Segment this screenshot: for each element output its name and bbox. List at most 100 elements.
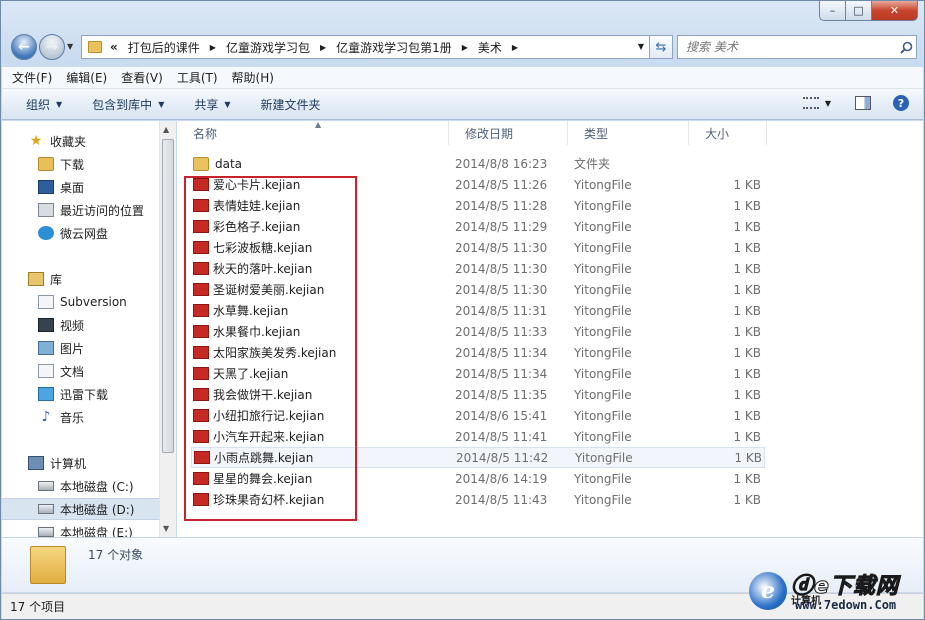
nav-label: 本地磁盘 (E:) bbox=[60, 525, 133, 538]
menu-tools[interactable]: 工具(T) bbox=[177, 69, 218, 86]
breadcrumb-item[interactable]: 亿童游戏学习包第1册 ▶ bbox=[336, 39, 468, 56]
file-size: 1 KB bbox=[733, 303, 761, 318]
column-type[interactable]: 类型 bbox=[568, 121, 689, 145]
chevron-right-icon[interactable]: ▶ bbox=[210, 43, 216, 52]
file-name: data bbox=[215, 156, 243, 171]
chevron-down-icon: ▼ bbox=[224, 99, 231, 109]
nav-label: 库 bbox=[50, 272, 63, 287]
chevron-down-icon: ▼ bbox=[158, 99, 165, 109]
menu-bar: 文件(F) 编辑(E) 查看(V) 工具(T) 帮助(H) bbox=[2, 67, 923, 89]
download-icon bbox=[38, 387, 54, 401]
file-size: 1 KB bbox=[733, 387, 761, 402]
watermark: e ⓓe下载网 计算机 www.7edown.Com bbox=[747, 564, 923, 616]
menu-edit[interactable]: 编辑(E) bbox=[66, 69, 107, 86]
search-icon[interactable] bbox=[896, 41, 916, 54]
nav-label: 收藏夹 bbox=[50, 134, 87, 149]
nav-scrollbar[interactable]: ▲ ▼ bbox=[159, 121, 176, 537]
nav-label: 本地磁盘 (D:) bbox=[60, 502, 135, 517]
nav-item-thunder[interactable]: 迅雷下载 bbox=[2, 383, 159, 405]
nav-item-recent[interactable]: 最近访问的位置 bbox=[2, 199, 159, 221]
column-size[interactable]: 大小 bbox=[689, 121, 767, 145]
new-folder-label: 新建文件夹 bbox=[260, 97, 321, 112]
file-type: 文件夹 bbox=[574, 157, 611, 171]
address-bar[interactable]: « 打包后的课件 ▶ 亿童游戏学习包 ▶ 亿童游戏学习包第1册 ▶ 美术 ▶ ▼ bbox=[81, 35, 651, 59]
nav-libraries[interactable]: 库 bbox=[2, 268, 159, 290]
library-icon bbox=[28, 272, 44, 286]
nav-label: 视频 bbox=[60, 318, 85, 333]
file-type: YitongFile bbox=[574, 303, 632, 318]
preview-pane-icon[interactable] bbox=[855, 96, 871, 110]
file-date: 2014/8/5 11:30 bbox=[455, 282, 548, 297]
column-name[interactable]: 名称 bbox=[177, 121, 449, 145]
file-type: YitongFile bbox=[574, 177, 632, 192]
file-type: YitongFile bbox=[574, 429, 632, 444]
file-size: 1 KB bbox=[733, 492, 761, 507]
breadcrumb-item[interactable]: 美术 ▶ bbox=[478, 39, 518, 56]
chevron-right-icon[interactable]: ▶ bbox=[512, 43, 518, 52]
drive-icon bbox=[38, 527, 54, 537]
recent-pages-dropdown[interactable]: ▼ bbox=[67, 42, 73, 51]
search-box[interactable] bbox=[677, 35, 917, 59]
command-bar: 组织 ▼ 包含到库中 ▼ 共享 ▼ 新建文件夹 ▼ ? bbox=[2, 89, 923, 120]
view-options-icon[interactable] bbox=[802, 97, 819, 109]
scroll-up-icon[interactable]: ▲ bbox=[163, 125, 169, 134]
file-date: 2014/8/5 11:29 bbox=[455, 219, 548, 234]
nav-item-weiyun[interactable]: 微云网盘 bbox=[2, 222, 159, 244]
new-folder-button[interactable]: 新建文件夹 bbox=[261, 96, 321, 113]
drive-icon bbox=[38, 481, 54, 491]
close-button[interactable]: ✕ bbox=[872, 1, 918, 21]
file-size: 1 KB bbox=[733, 429, 761, 444]
nav-item-subversion[interactable]: Subversion bbox=[2, 291, 159, 313]
recent-places-icon bbox=[38, 203, 54, 217]
nav-item-drive-d[interactable]: 本地磁盘 (D:) bbox=[2, 498, 159, 520]
search-input[interactable] bbox=[686, 40, 886, 54]
breadcrumb-item[interactable]: 打包后的课件 ▶ bbox=[128, 39, 216, 56]
arrow-left-icon: ← bbox=[18, 39, 30, 55]
back-button[interactable]: ← bbox=[11, 34, 37, 60]
nav-item-drive-e[interactable]: 本地磁盘 (E:) bbox=[2, 521, 159, 537]
nav-computer[interactable]: 计算机 bbox=[2, 452, 159, 474]
column-date[interactable]: 修改日期 bbox=[449, 121, 568, 145]
help-icon[interactable]: ? bbox=[893, 95, 909, 111]
scrollbar-thumb[interactable] bbox=[162, 139, 174, 453]
file-type: YitongFile bbox=[575, 450, 633, 465]
minimize-button[interactable]: – bbox=[819, 1, 846, 21]
file-size: 1 KB bbox=[733, 324, 761, 339]
file-type: YitongFile bbox=[574, 261, 632, 276]
nav-item-downloads[interactable]: 下载 bbox=[2, 153, 159, 175]
address-dropdown-icon[interactable]: ▼ bbox=[638, 42, 644, 51]
folder-row[interactable]: data 2014/8/8 16:23 文件夹 bbox=[191, 153, 765, 174]
address-overflow[interactable]: « bbox=[110, 40, 118, 54]
file-size: 1 KB bbox=[733, 282, 761, 297]
folder-icon bbox=[30, 546, 66, 584]
file-date: 2014/8/6 15:41 bbox=[455, 408, 548, 423]
chevron-right-icon[interactable]: ▶ bbox=[462, 43, 468, 52]
file-date: 2014/8/5 11:35 bbox=[455, 387, 548, 402]
share-button[interactable]: 共享 ▼ bbox=[194, 96, 230, 113]
chevron-down-icon[interactable]: ▼ bbox=[825, 99, 831, 108]
breadcrumb-label: 亿童游戏学习包 bbox=[225, 40, 310, 55]
nav-item-pictures[interactable]: 图片 bbox=[2, 337, 159, 359]
include-in-library-button[interactable]: 包含到库中 ▼ bbox=[92, 96, 164, 113]
breadcrumb-item[interactable]: 亿童游戏学习包 ▶ bbox=[226, 39, 326, 56]
file-size: 1 KB bbox=[734, 450, 762, 465]
navigation-pane: ★ 收藏夹 下载 桌面 最近访问的位置 微云网盘 库 Subversion 视频 … bbox=[2, 121, 159, 537]
highlight-box bbox=[184, 176, 357, 521]
organize-button[interactable]: 组织 ▼ bbox=[26, 96, 62, 113]
chevron-right-icon[interactable]: ▶ bbox=[320, 43, 326, 52]
maximize-button[interactable]: □ bbox=[846, 1, 872, 21]
nav-item-documents[interactable]: 文档 bbox=[2, 360, 159, 382]
nav-item-desktop[interactable]: 桌面 bbox=[2, 176, 159, 198]
refresh-button[interactable]: ⇆ bbox=[649, 35, 673, 59]
nav-item-drive-c[interactable]: 本地磁盘 (C:) bbox=[2, 475, 159, 497]
menu-help[interactable]: 帮助(H) bbox=[232, 69, 274, 86]
menu-view[interactable]: 查看(V) bbox=[121, 69, 163, 86]
menu-file[interactable]: 文件(F) bbox=[12, 69, 52, 86]
forward-button[interactable]: → bbox=[39, 34, 65, 60]
file-size: 1 KB bbox=[733, 240, 761, 255]
nav-favorites[interactable]: ★ 收藏夹 bbox=[2, 130, 159, 152]
nav-item-music[interactable]: ♪ 音乐 bbox=[2, 406, 159, 428]
file-date: 2014/8/5 11:34 bbox=[455, 366, 548, 381]
scroll-down-icon[interactable]: ▼ bbox=[163, 524, 169, 533]
nav-item-videos[interactable]: 视频 bbox=[2, 314, 159, 336]
